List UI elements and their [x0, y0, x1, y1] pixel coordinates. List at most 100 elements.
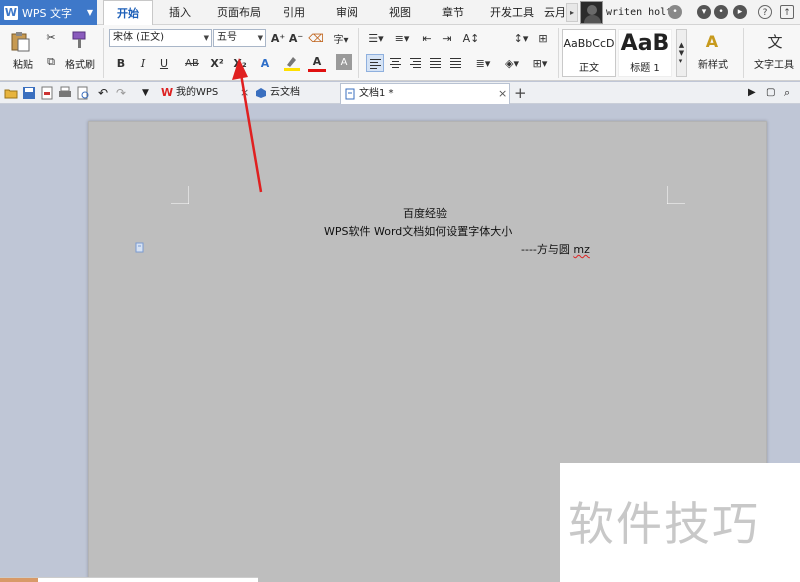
doc-author-line[interactable]: ----方与圆 mz [521, 241, 590, 257]
wps-logo-icon: W [4, 5, 18, 20]
ribbon: 粘贴 ✂ ⧉ 格式刷 宋体 (正文) ▼ 五号 ▼ A⁺ A⁻ ⌫ 字▾ B I U… [0, 25, 800, 81]
format-painter-icon[interactable] [68, 29, 90, 51]
separator [103, 28, 104, 78]
text-tools-button[interactable]: 文字工具 [748, 56, 800, 71]
italic-button[interactable]: I [135, 54, 151, 72]
watermark-overlay: 软件技巧 [560, 463, 800, 582]
chevron-down-icon: ▼ [86, 8, 93, 17]
style-heading-1[interactable]: AaB 标题 1 [618, 29, 672, 77]
increase-indent-icon[interactable]: ⇥ [439, 30, 455, 46]
pinyin-icon[interactable]: 字▾ [330, 30, 352, 46]
shading-icon[interactable]: ◈▾ [500, 54, 524, 72]
font-size-select[interactable]: 五号 ▼ [213, 29, 266, 47]
sort-icon[interactable]: ↕▾ [510, 30, 532, 46]
font-name-value: 宋体 (正文) [113, 32, 164, 43]
scissors-icon[interactable]: ✂ [43, 29, 59, 45]
separator [743, 28, 744, 78]
justify-button[interactable] [427, 54, 445, 72]
search-icon[interactable]: ⌕ [784, 86, 798, 100]
play-icon[interactable]: ▶ [748, 86, 762, 100]
tab-references[interactable]: 引用 [274, 0, 314, 25]
document-icon [345, 88, 355, 100]
styles-more-button[interactable]: ▲ ▼ ▾ [676, 29, 687, 77]
doc-tab-document1[interactable]: 文档1 * × [340, 83, 510, 104]
superscript-button[interactable]: X² [207, 54, 227, 72]
align-center-button[interactable] [387, 54, 405, 72]
underline-button[interactable]: U [156, 54, 172, 72]
app-name: WPS 文字 [22, 6, 72, 20]
numbered-list-icon[interactable]: ≡▾ [391, 30, 413, 46]
skin-icon[interactable]: ▸ [733, 5, 747, 19]
style-sample: AaB [620, 31, 670, 56]
close-icon[interactable]: × [498, 84, 507, 104]
open-folder-icon[interactable] [4, 86, 18, 100]
new-style-icon[interactable]: A [700, 29, 724, 53]
username[interactable]: writen holt [606, 0, 672, 25]
export-pdf-icon[interactable] [40, 86, 54, 100]
undo-icon[interactable]: ↶ [98, 86, 112, 100]
shrink-font-icon[interactable]: A⁻ [288, 30, 304, 46]
clear-format-icon[interactable]: ⌫ [308, 30, 324, 46]
tab-cloud[interactable]: 云月 [544, 0, 566, 25]
table-icon[interactable]: ⊞ [535, 30, 551, 46]
align-right-button[interactable] [407, 54, 425, 72]
tab-scroll-button[interactable]: ▸ [566, 3, 578, 22]
annotation-arrow [232, 58, 263, 193]
text-tools-icon[interactable]: 文 [763, 29, 787, 53]
bottom-strip [0, 577, 258, 582]
tab-view[interactable]: 视图 [380, 0, 420, 25]
print-preview-icon[interactable] [76, 86, 90, 100]
font-size-value: 五号 [217, 32, 237, 43]
tab-developer[interactable]: 开发工具 [484, 0, 540, 25]
font-name-select[interactable]: 宋体 (正文) ▼ [109, 29, 212, 47]
doc-heading[interactable]: 百度经验 [403, 205, 447, 221]
paste-button[interactable]: 粘贴 [5, 56, 41, 71]
tab-page-layout[interactable]: 页面布局 [210, 0, 268, 25]
doc-author-text: ----方与圆 [521, 243, 574, 256]
title-bar: W WPS 文字 ▼ 开始 插入 页面布局 引用 审阅 视图 章节 开发工具 云… [0, 0, 800, 26]
minimize-ribbon-icon[interactable]: ↑ [780, 5, 794, 19]
hexagon-icon[interactable]: • [714, 5, 728, 19]
highlight-icon[interactable] [282, 54, 302, 72]
tab-insert[interactable]: 插入 [160, 0, 200, 25]
help-icon[interactable]: ? [758, 5, 772, 19]
new-tab-button[interactable]: + [514, 84, 527, 102]
doc-subtitle[interactable]: WPS软件 Word文档如何设置字体大小 [324, 223, 512, 239]
format-painter-button[interactable]: 格式刷 [62, 56, 98, 71]
bullet-list-icon[interactable]: ☰▾ [365, 30, 387, 46]
print-icon[interactable] [58, 86, 72, 100]
font-color-icon[interactable]: A [308, 54, 326, 72]
paragraph-options-icon[interactable] [135, 242, 145, 253]
copy-icon[interactable]: ⧉ [43, 54, 59, 70]
text-direction-icon[interactable]: A↕ [460, 30, 482, 46]
align-left-button[interactable] [366, 54, 384, 72]
bell-icon[interactable]: • [668, 5, 682, 19]
chat-icon[interactable]: ▢ [766, 86, 780, 100]
app-menu-button[interactable]: W WPS 文字 ▼ [0, 0, 97, 25]
clipboard-icon[interactable] [8, 29, 32, 53]
shield-icon[interactable]: ▾ [697, 5, 711, 19]
quick-access-bar: ↶ ↷ ▼ W 我的WPS × 云文档 文档1 * × + ▶ ▢ ⌕ [0, 82, 800, 104]
spellcheck-word[interactable]: mz [573, 243, 590, 256]
redo-icon[interactable]: ↷ [116, 86, 130, 100]
char-shading-icon[interactable]: A [336, 54, 352, 70]
save-icon[interactable] [22, 86, 36, 100]
grow-font-icon[interactable]: A⁺ [270, 30, 286, 46]
margin-corner-top-left [171, 186, 189, 204]
doc-tab-label: 我的WPS [176, 87, 219, 98]
new-style-button[interactable]: 新样式 [690, 56, 736, 71]
style-normal[interactable]: AaBbCcD 正文 [562, 29, 616, 77]
border-icon[interactable]: ⊞▾ [528, 54, 552, 72]
watermark-text: 软件技巧 [568, 497, 760, 551]
tab-start[interactable]: 开始 [103, 0, 153, 26]
style-name: 正文 [579, 63, 599, 74]
avatar[interactable] [580, 1, 603, 24]
bold-button[interactable]: B [113, 54, 129, 72]
strikethrough-button[interactable]: AB [181, 54, 203, 72]
line-spacing-icon[interactable]: ≣▾ [472, 54, 494, 72]
distribute-button[interactable] [447, 54, 465, 72]
decrease-indent-icon[interactable]: ⇤ [419, 30, 435, 46]
customize-toolbar-icon[interactable]: ▼ [142, 86, 156, 100]
tab-chapter[interactable]: 章节 [433, 0, 473, 25]
tab-review[interactable]: 审阅 [327, 0, 367, 25]
